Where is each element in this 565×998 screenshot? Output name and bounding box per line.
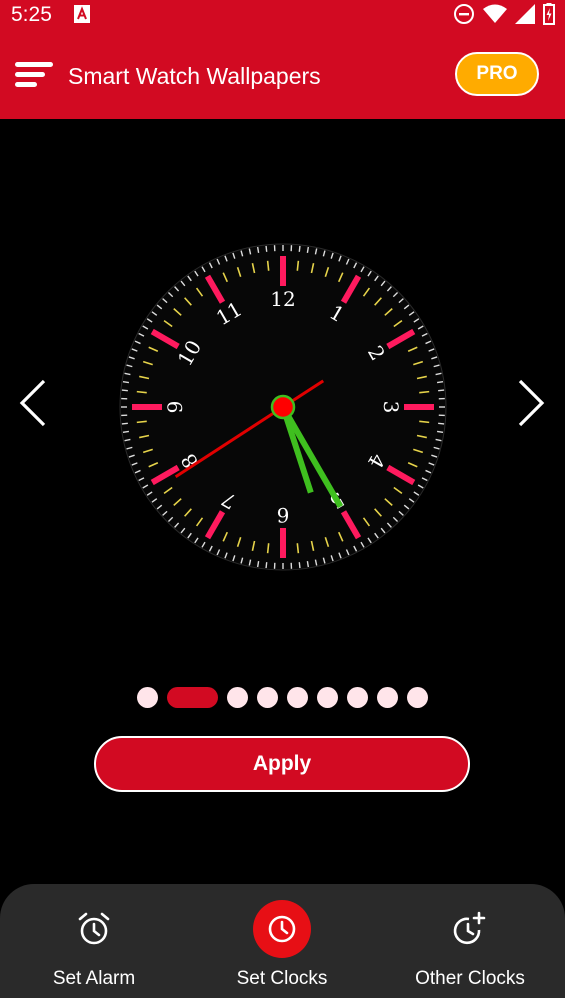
minute-tick bbox=[266, 543, 270, 554]
do-not-disturb-icon bbox=[453, 3, 475, 30]
page-dot-8[interactable] bbox=[377, 687, 398, 708]
pro-button[interactable]: PRO bbox=[455, 52, 539, 96]
outer-tick bbox=[256, 560, 260, 568]
app-screen: 5:25 Smart Watch Wallpapers PRO 12 1 2 3… bbox=[0, 0, 565, 998]
nav-label-other-clocks: Other Clocks bbox=[415, 968, 525, 989]
clock-numeral: 6 bbox=[277, 503, 290, 527]
outer-tick bbox=[265, 245, 268, 252]
nav-item-set-clocks[interactable]: Set Clocks bbox=[188, 884, 376, 998]
app-notification-icon bbox=[74, 5, 90, 28]
minute-tick bbox=[419, 420, 430, 424]
status-bar: 5:25 bbox=[0, 0, 565, 30]
outer-tick bbox=[306, 246, 310, 254]
page-dot-9[interactable] bbox=[407, 687, 428, 708]
signal-icon bbox=[515, 4, 535, 29]
clock-icon bbox=[253, 900, 311, 958]
page-indicator bbox=[0, 687, 565, 709]
wifi-icon bbox=[483, 4, 507, 29]
next-clock-button[interactable] bbox=[512, 375, 552, 431]
minute-tick bbox=[296, 260, 300, 271]
menu-icon[interactable] bbox=[15, 60, 53, 90]
battery-charging-icon bbox=[543, 3, 555, 30]
page-dot-6[interactable] bbox=[317, 687, 338, 708]
page-dot-5[interactable] bbox=[287, 687, 308, 708]
clock-plus-icon bbox=[441, 900, 499, 958]
minute-tick bbox=[296, 543, 300, 554]
chevron-right-icon bbox=[518, 379, 545, 427]
clock-center bbox=[270, 394, 296, 420]
minute-tick bbox=[266, 260, 270, 271]
outer-tick bbox=[436, 380, 444, 384]
app-title: Smart Watch Wallpapers bbox=[68, 63, 321, 89]
chevron-left-icon bbox=[19, 379, 46, 427]
previous-clock-button[interactable] bbox=[14, 375, 54, 431]
minute-tick bbox=[419, 390, 430, 394]
outer-tick bbox=[436, 430, 444, 434]
page-dot-1[interactable] bbox=[137, 687, 158, 708]
clock-numeral: 3 bbox=[379, 401, 403, 414]
clock-face: 121234567891011 bbox=[119, 243, 447, 571]
minute-tick bbox=[136, 420, 147, 424]
outer-tick bbox=[298, 245, 301, 252]
outer-tick bbox=[438, 389, 445, 392]
outer-tick bbox=[306, 560, 310, 568]
outer-tick bbox=[256, 246, 260, 254]
apply-button[interactable]: Apply bbox=[94, 736, 470, 792]
bottom-navigation: Set Alarm Set Clocks Other Clocks bbox=[0, 884, 565, 998]
outer-tick bbox=[265, 562, 268, 569]
clock-numeral: 9 bbox=[163, 401, 187, 414]
status-icons bbox=[453, 3, 555, 30]
page-dot-7[interactable] bbox=[347, 687, 368, 708]
nav-item-other-clocks[interactable]: Other Clocks bbox=[376, 884, 564, 998]
page-dot-2[interactable] bbox=[167, 687, 218, 708]
page-dot-3[interactable] bbox=[227, 687, 248, 708]
outer-tick bbox=[298, 562, 301, 569]
app-bar: Smart Watch Wallpapers PRO bbox=[0, 30, 565, 119]
clock-numeral: 12 bbox=[270, 287, 295, 311]
status-time: 5:25 bbox=[11, 3, 52, 26]
nav-label-set-clocks: Set Clocks bbox=[236, 968, 328, 989]
outer-tick bbox=[122, 430, 130, 434]
outer-tick bbox=[121, 422, 128, 425]
nav-item-set-alarm[interactable]: Set Alarm bbox=[0, 884, 188, 998]
outer-tick bbox=[121, 389, 128, 392]
nav-label-set-alarm: Set Alarm bbox=[52, 968, 136, 989]
page-dot-4[interactable] bbox=[257, 687, 278, 708]
outer-tick bbox=[438, 422, 445, 425]
outer-tick bbox=[122, 380, 130, 384]
minute-tick bbox=[136, 390, 147, 394]
alarm-clock-icon bbox=[65, 900, 123, 958]
